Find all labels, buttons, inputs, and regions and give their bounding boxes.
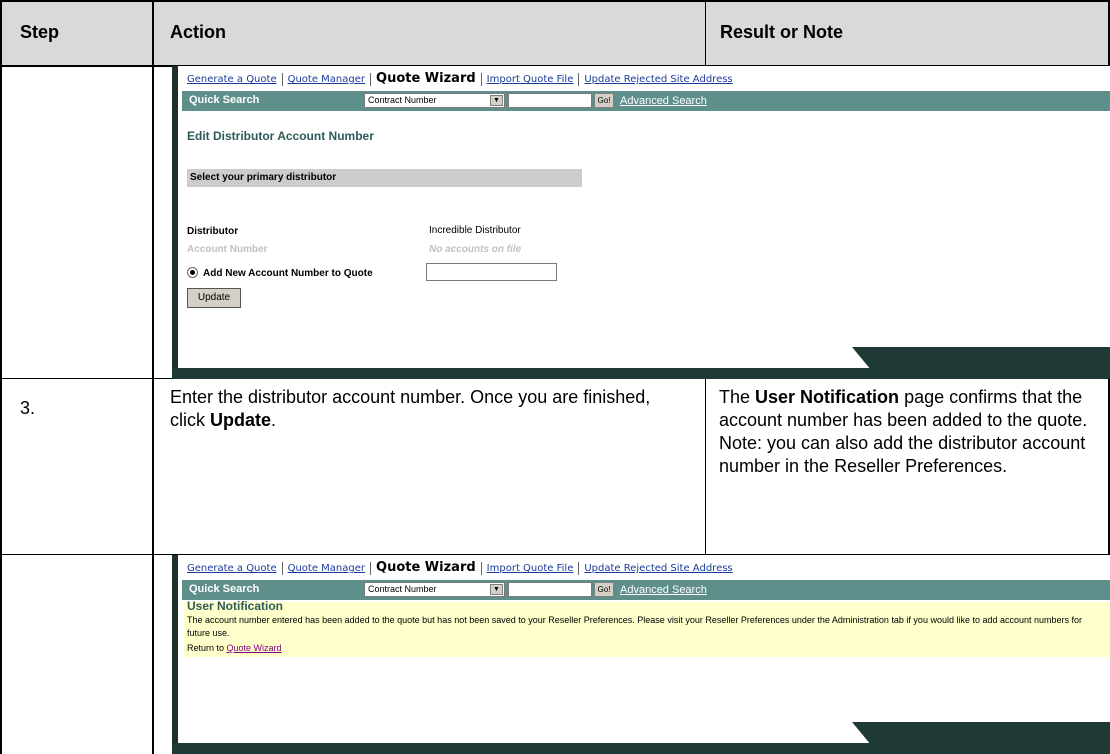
step-number: 3. — [20, 398, 36, 418]
account-number-label: Account Number — [187, 244, 268, 255]
nav-generate-quote[interactable]: Generate a Quote — [187, 563, 277, 574]
nav-update-rejected-site-address[interactable]: Update Rejected Site Address — [584, 563, 732, 574]
nav-quote-manager[interactable]: Quote Manager — [288, 74, 365, 85]
nav-quote-wizard[interactable]: Quote Wizard — [376, 560, 476, 575]
go-button[interactable]: Go! — [594, 93, 614, 108]
distributor-value: Incredible Distributor — [429, 225, 521, 236]
nav-quote-manager[interactable]: Quote Manager — [288, 563, 365, 574]
go-button[interactable]: Go! — [594, 582, 614, 597]
return-quote-wizard-link[interactable]: Quote Wizard — [227, 643, 282, 653]
advanced-search-link[interactable]: Advanced Search — [620, 95, 707, 107]
nav-quote-wizard[interactable]: Quote Wizard — [376, 71, 476, 86]
chevron-down-icon[interactable]: ▼ — [490, 95, 503, 106]
add-account-label: Add New Account Number to Quote — [203, 268, 373, 279]
quick-search-bar: Quick Search Contract Number ▼ Go! Advanc… — [182, 91, 1110, 111]
screenshot-user-notification: Generate a Quote Quote Manager Quote Wizar… — [172, 555, 1110, 754]
section-header: Select your primary distributor — [187, 169, 582, 187]
header-action: Action — [170, 22, 226, 42]
update-button[interactable]: Update — [187, 288, 241, 308]
account-number-value: No accounts on file — [429, 244, 522, 255]
footer-tab-shape — [852, 722, 1110, 754]
nav-import-quote-file[interactable]: Import Quote File — [487, 563, 574, 574]
top-navigation: Generate a Quote Quote Manager Quote Wizar… — [187, 71, 733, 86]
search-type-select[interactable]: Contract Number ▼ — [364, 93, 505, 108]
top-navigation: Generate a Quote Quote Manager Quote Wizar… — [187, 560, 733, 575]
page-title: User Notification — [187, 599, 284, 613]
nav-import-quote-file[interactable]: Import Quote File — [487, 74, 574, 85]
quick-search-bar: Quick Search Contract Number ▼ Go! Advanc… — [182, 580, 1110, 600]
search-input[interactable] — [508, 582, 592, 597]
return-line: Return to Quote Wizard — [187, 643, 282, 653]
footer-tab-shape — [852, 347, 1110, 379]
nav-generate-quote[interactable]: Generate a Quote — [187, 74, 277, 85]
nav-update-rejected-site-address[interactable]: Update Rejected Site Address — [584, 74, 732, 85]
table-header — [0, 0, 1110, 66]
distributor-label: Distributor — [187, 226, 239, 237]
screenshot-left-bar — [172, 66, 178, 379]
search-type-select[interactable]: Contract Number ▼ — [364, 582, 505, 597]
action-text-bold: Update — [210, 410, 272, 430]
page-title: Edit Distributor Account Number — [187, 129, 374, 143]
screenshot-left-bar — [172, 555, 178, 754]
add-account-radio[interactable] — [187, 267, 198, 278]
column-divider — [705, 0, 706, 66]
result-text: The User Notification page confirms that… — [719, 387, 1088, 476]
column-divider — [152, 0, 154, 754]
advanced-search-link[interactable]: Advanced Search — [620, 584, 707, 596]
notification-message: The account number entered has been adde… — [187, 615, 1083, 638]
chevron-down-icon[interactable]: ▼ — [490, 584, 503, 595]
table-border-top — [0, 0, 1110, 2]
account-number-input[interactable] — [426, 263, 557, 281]
result-text-bold: User Notification — [755, 387, 900, 407]
table-border-left — [0, 0, 2, 754]
search-input[interactable] — [508, 93, 592, 108]
column-divider — [705, 378, 706, 555]
header-step: Step — [20, 22, 60, 42]
action-text: Enter the distributor account number. On… — [170, 387, 651, 430]
notification-box: User Notification The account number ent… — [184, 599, 1110, 657]
quick-search-label: Quick Search — [189, 583, 260, 595]
header-result: Result or Note — [720, 22, 844, 42]
quick-search-label: Quick Search — [189, 94, 260, 106]
screenshot-edit-distributor: Generate a Quote Quote Manager Quote Wizar… — [172, 66, 1110, 379]
